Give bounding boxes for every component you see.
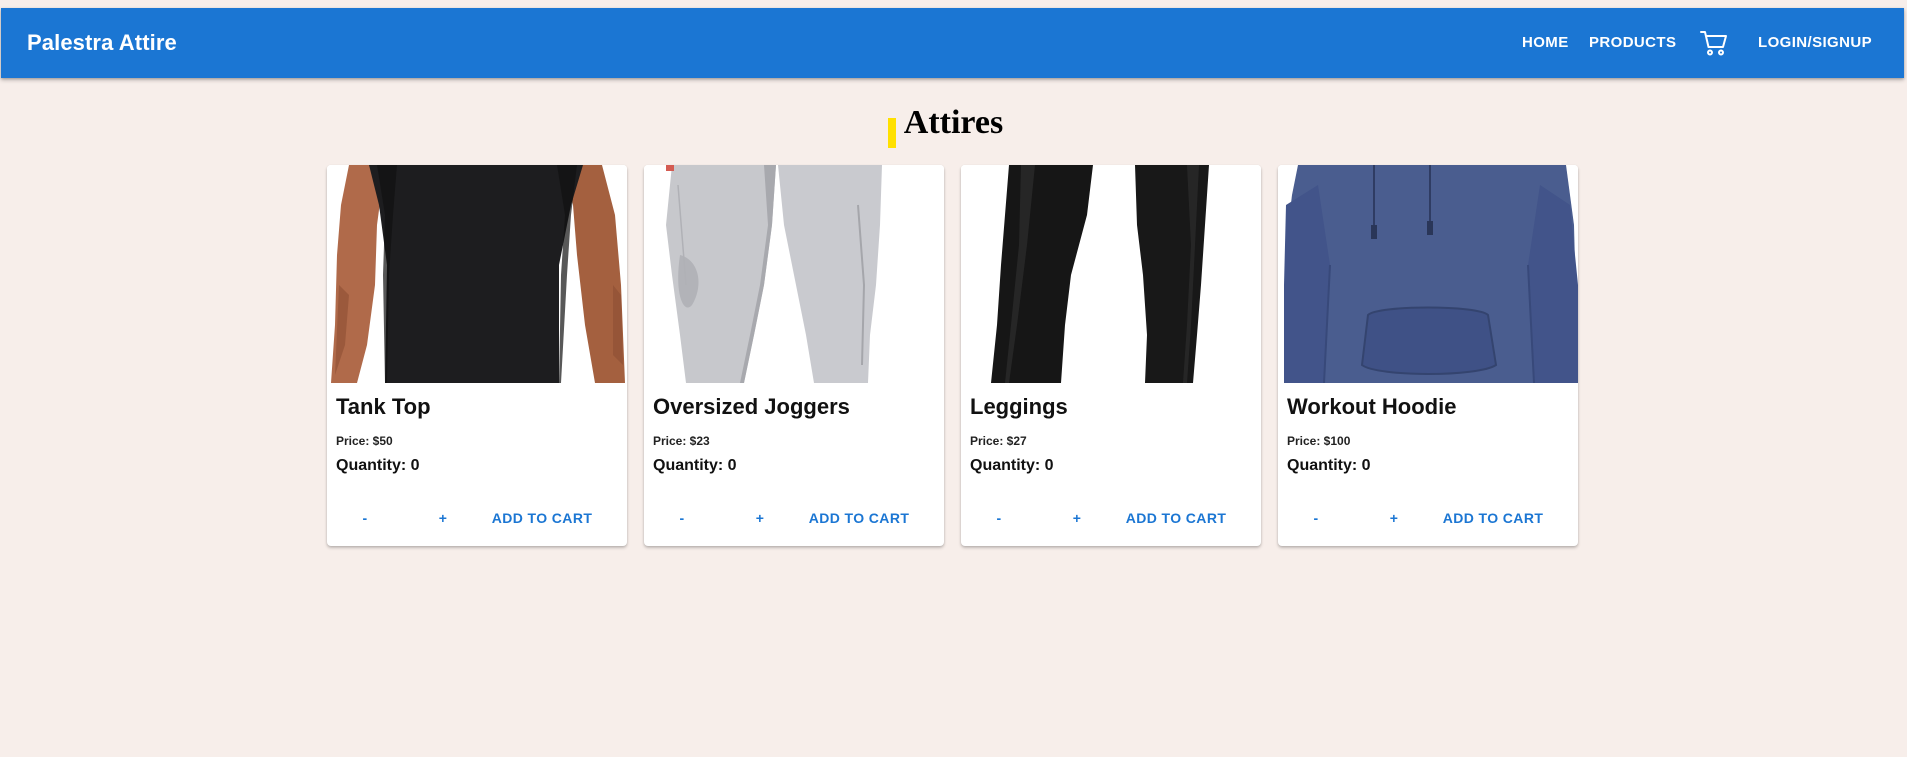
- decrease-quantity-button[interactable]: -: [1308, 503, 1324, 533]
- nav-login-signup-link[interactable]: LOGIN/SIGNUP: [1758, 8, 1872, 78]
- product-name: Workout Hoodie: [1287, 394, 1457, 419]
- decrease-quantity-button[interactable]: -: [991, 503, 1007, 533]
- increase-quantity-button[interactable]: +: [752, 503, 768, 533]
- leggings-image: [961, 165, 1261, 383]
- product-name: Oversized Joggers: [653, 394, 850, 419]
- tank-top-image: [327, 165, 627, 383]
- add-to-cart-button[interactable]: ADD TO CART: [804, 503, 914, 533]
- product-price: Price: $23: [653, 434, 710, 448]
- product-grid: Tank Top Price: $50 Quantity: 0 - + ADD …: [327, 165, 1580, 546]
- app-bar: Palestra Attire HOME PRODUCTS LOGIN/SIGN…: [1, 8, 1904, 78]
- cart-icon[interactable]: [1699, 28, 1729, 58]
- add-to-cart-button[interactable]: ADD TO CART: [1438, 503, 1548, 533]
- product-quantity: Quantity: 0: [336, 457, 420, 474]
- page-title: Attires: [903, 104, 1004, 141]
- joggers-image: [644, 165, 944, 383]
- product-price: Price: $27: [970, 434, 1027, 448]
- product-name: Leggings: [970, 394, 1068, 419]
- nav-products-link[interactable]: PRODUCTS: [1589, 8, 1676, 78]
- product-quantity: Quantity: 0: [970, 457, 1054, 474]
- product-name: Tank Top: [336, 394, 431, 419]
- increase-quantity-button[interactable]: +: [435, 503, 451, 533]
- product-price: Price: $100: [1287, 434, 1351, 448]
- product-card-leggings: Leggings Price: $27 Quantity: 0 - + ADD …: [961, 165, 1261, 546]
- hoodie-image: [1278, 165, 1578, 383]
- page-title-container: Attires: [0, 98, 1907, 148]
- product-quantity: Quantity: 0: [653, 457, 737, 474]
- add-to-cart-button[interactable]: ADD TO CART: [487, 503, 597, 533]
- decrease-quantity-button[interactable]: -: [674, 503, 690, 533]
- product-card-oversized-joggers: Oversized Joggers Price: $23 Quantity: 0…: [644, 165, 944, 546]
- brand-title[interactable]: Palestra Attire: [27, 8, 177, 78]
- product-card-workout-hoodie: Workout Hoodie Price: $100 Quantity: 0 -…: [1278, 165, 1578, 546]
- nav-home-link[interactable]: HOME: [1522, 8, 1569, 78]
- product-card-tank-top: Tank Top Price: $50 Quantity: 0 - + ADD …: [327, 165, 627, 546]
- decrease-quantity-button[interactable]: -: [357, 503, 373, 533]
- product-price: Price: $50: [336, 434, 393, 448]
- increase-quantity-button[interactable]: +: [1069, 503, 1085, 533]
- product-quantity: Quantity: 0: [1287, 457, 1371, 474]
- add-to-cart-button[interactable]: ADD TO CART: [1121, 503, 1231, 533]
- increase-quantity-button[interactable]: +: [1386, 503, 1402, 533]
